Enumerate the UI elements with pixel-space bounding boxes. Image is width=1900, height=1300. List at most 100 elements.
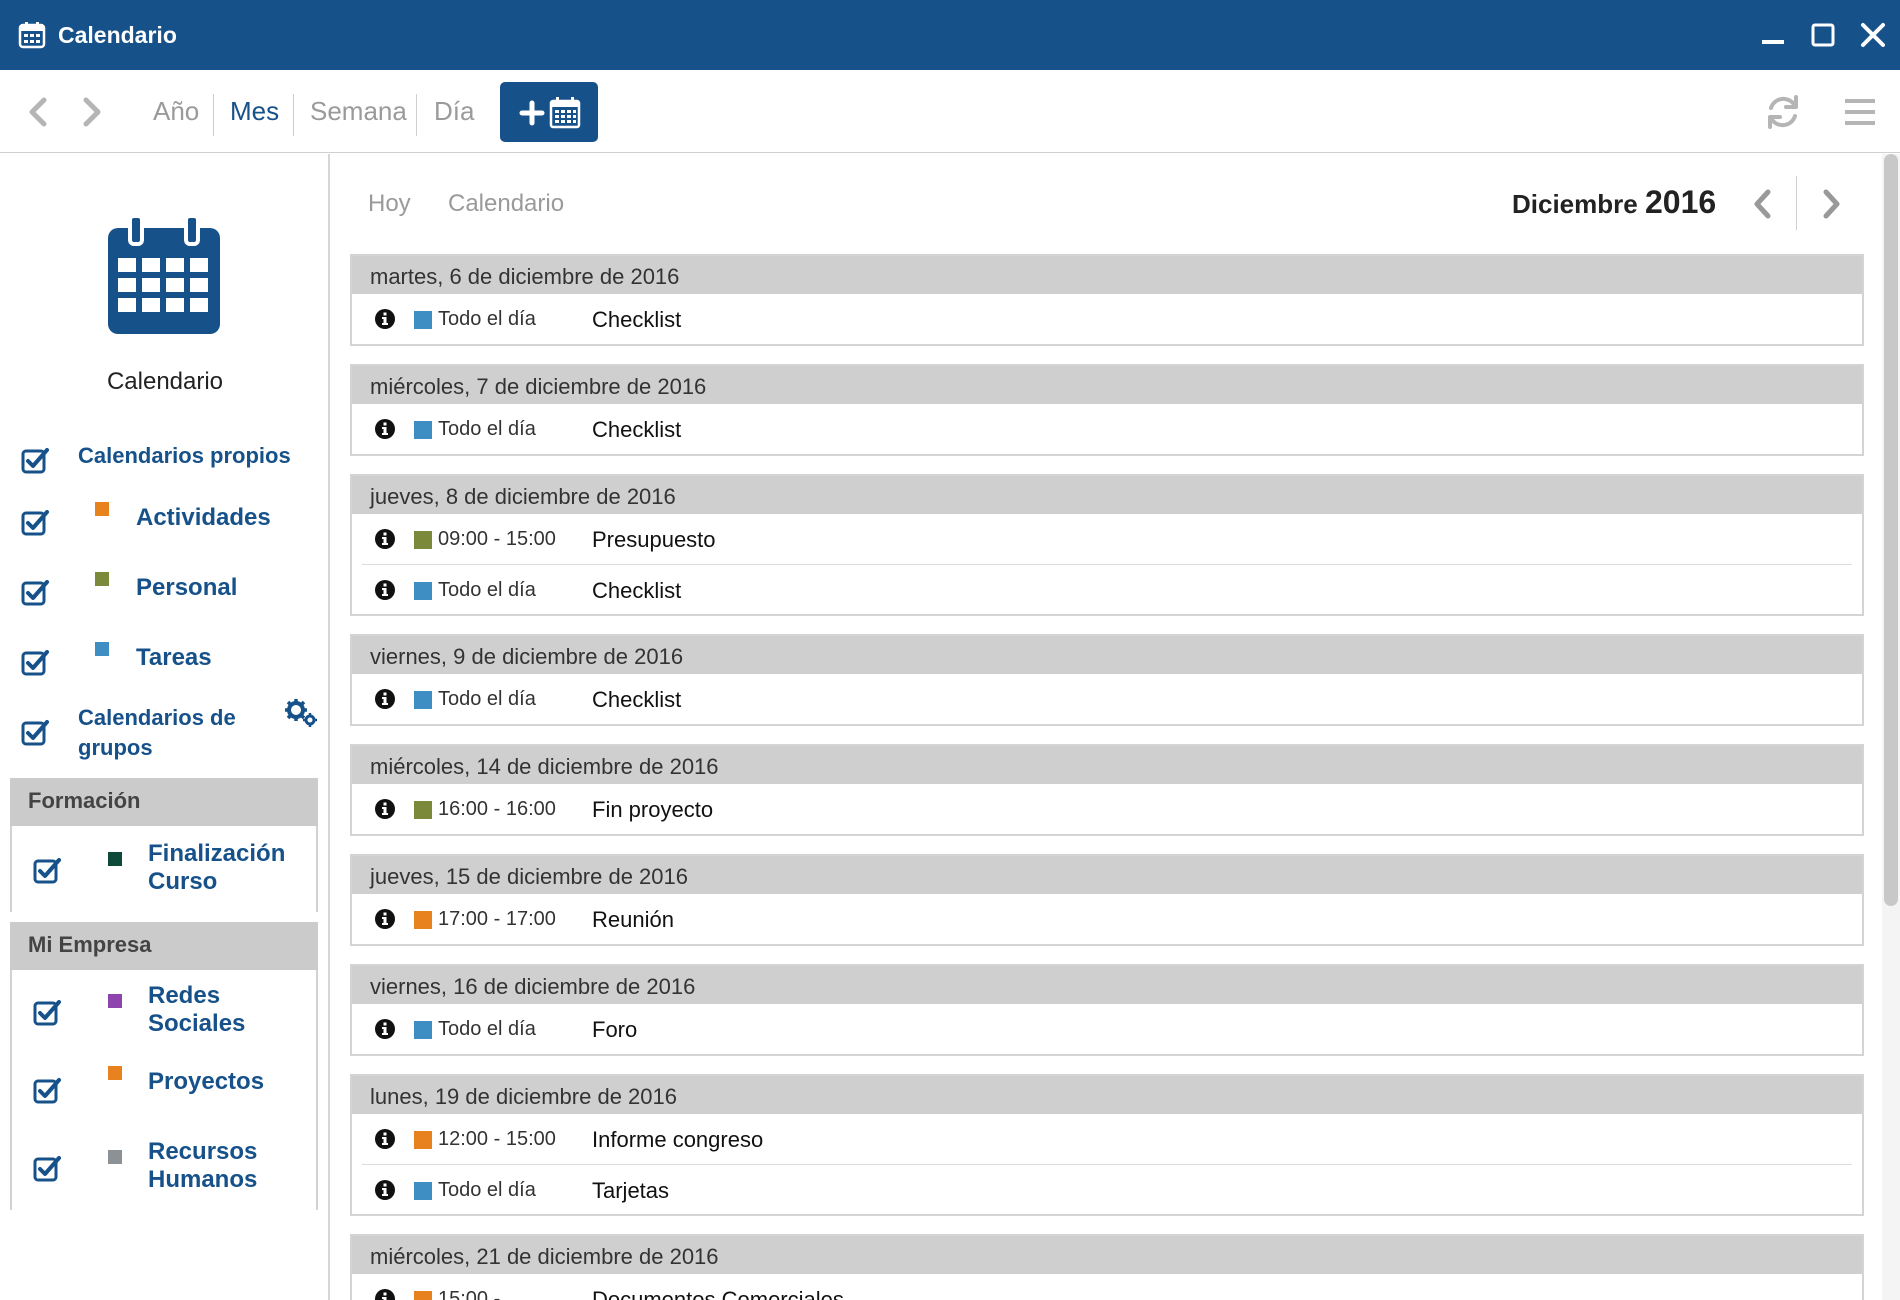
window-title: Calendario	[58, 22, 177, 48]
checkbox-checked-icon[interactable]	[32, 998, 62, 1028]
sidebar-item-actividades[interactable]: Actividades	[0, 500, 330, 544]
event-row[interactable]: 16:00 - 16:00 Fin proyecto	[352, 784, 1862, 834]
event-title: Tarjetas	[592, 1178, 670, 1203]
sidebar-item-redes-sociales[interactable]: Redes Sociales	[12, 982, 316, 1042]
scrollbar-thumb[interactable]	[1884, 154, 1898, 906]
add-calendar-icon	[519, 97, 581, 129]
sidebar-item-label: Humanos	[148, 1166, 258, 1193]
sidebar-item-finalizacion-curso[interactable]: Finalización Curso	[12, 840, 316, 900]
tab-divider	[293, 94, 294, 136]
event-row[interactable]: Todo el día Checklist	[352, 674, 1862, 724]
event-title: Checklist	[592, 307, 682, 332]
info-icon[interactable]	[374, 418, 396, 440]
color-swatch	[414, 421, 432, 439]
day-block: miércoles, 21 de diciembre de 2016 15:00…	[350, 1234, 1864, 1300]
sidebar-item-own-calendars[interactable]: Calendarios propios	[0, 440, 330, 480]
day-header: martes, 6 de diciembre de 2016	[352, 256, 1862, 294]
calendar-icon	[108, 214, 220, 334]
sidebar-item-personal[interactable]: Personal	[0, 570, 330, 614]
event-time: 15:00 - ...	[438, 1288, 523, 1300]
event-title: Checklist	[592, 578, 682, 603]
info-icon[interactable]	[374, 528, 396, 550]
add-event-button[interactable]	[500, 82, 598, 142]
event-time: Todo el día	[438, 579, 536, 601]
event-title: Checklist	[592, 417, 682, 442]
hamburger-menu-icon[interactable]	[1840, 92, 1880, 132]
checkbox-checked-icon[interactable]	[32, 1154, 62, 1184]
color-swatch	[95, 502, 109, 516]
event-row[interactable]: 17:00 - 17:00 Reunión	[352, 894, 1862, 944]
event-row[interactable]: Todo el día Checklist	[352, 404, 1862, 454]
chevron-right-icon[interactable]	[74, 94, 108, 130]
tab-week[interactable]: Semana	[310, 96, 407, 132]
color-swatch	[95, 572, 109, 586]
event-title: Fin proyecto	[592, 797, 714, 822]
month-name: Diciembre	[1512, 189, 1638, 219]
sidebar-item-recursos-humanos[interactable]: Recursos Humanos	[12, 1138, 316, 1198]
gears-icon[interactable]	[284, 698, 318, 728]
tab-year[interactable]: Año	[153, 96, 199, 132]
sidebar-item-group-calendars[interactable]: Calendarios de grupos	[0, 694, 330, 760]
event-title: Reunión	[592, 907, 674, 932]
info-icon[interactable]	[374, 579, 396, 601]
color-swatch	[414, 1131, 432, 1149]
sidebar-item-label: grupos	[78, 735, 153, 760]
sidebar: Calendario Calendarios propios Actividad…	[0, 154, 330, 1300]
color-swatch	[108, 1150, 122, 1164]
color-swatch	[108, 1066, 122, 1080]
day-block: jueves, 8 de diciembre de 2016 09:00 - 1…	[350, 474, 1864, 616]
event-row[interactable]: Todo el día Foro	[352, 1004, 1862, 1054]
info-icon[interactable]	[374, 688, 396, 710]
close-icon[interactable]	[1856, 18, 1890, 52]
info-icon[interactable]	[374, 1179, 396, 1201]
checkbox-checked-icon[interactable]	[32, 856, 62, 886]
event-title: Informe congreso	[592, 1127, 764, 1152]
minimize-icon[interactable]	[1756, 18, 1790, 52]
today-link[interactable]: Hoy	[368, 190, 411, 218]
group-formacion: Finalización Curso	[10, 826, 318, 912]
event-row[interactable]: Todo el día Checklist	[352, 294, 1862, 344]
checkbox-checked-icon[interactable]	[20, 446, 50, 476]
info-icon[interactable]	[374, 308, 396, 330]
day-block: miércoles, 7 de diciembre de 2016 Todo e…	[350, 364, 1864, 456]
group-header-mi-empresa: Mi Empresa	[10, 922, 318, 970]
tab-day[interactable]: Día	[434, 96, 474, 132]
info-icon[interactable]	[374, 1128, 396, 1150]
maximize-icon[interactable]	[1806, 18, 1840, 52]
event-title: Checklist	[592, 687, 682, 712]
color-swatch	[414, 1021, 432, 1039]
event-row[interactable]: Todo el día Tarjetas	[362, 1164, 1852, 1214]
tab-month[interactable]: Mes	[230, 96, 279, 132]
vertical-scrollbar[interactable]	[1882, 154, 1900, 1300]
refresh-icon[interactable]	[1763, 92, 1803, 132]
checkbox-checked-icon[interactable]	[20, 718, 50, 748]
chevron-left-icon[interactable]	[1748, 186, 1778, 222]
event-row[interactable]: Todo el día Checklist	[362, 564, 1852, 614]
info-icon[interactable]	[374, 1288, 396, 1300]
event-time: Todo el día	[438, 308, 536, 330]
toolbar: Año Mes Semana Día	[0, 70, 1900, 153]
chevron-right-icon[interactable]	[1816, 186, 1846, 222]
checkbox-checked-icon[interactable]	[32, 1076, 62, 1106]
sidebar-item-proyectos[interactable]: Proyectos	[12, 1062, 316, 1112]
color-swatch	[414, 311, 432, 329]
calendar-link[interactable]: Calendario	[448, 190, 564, 218]
chevron-left-icon[interactable]	[22, 94, 56, 130]
sidebar-item-label: Tareas	[136, 644, 212, 671]
day-block: viernes, 16 de diciembre de 2016 Todo el…	[350, 964, 1864, 1056]
event-row[interactable]: 12:00 - 15:00 Informe congreso	[352, 1114, 1862, 1164]
checkbox-checked-icon[interactable]	[20, 648, 50, 678]
sidebar-item-tareas[interactable]: Tareas	[0, 640, 330, 684]
event-row[interactable]: 09:00 - 15:00 Presupuesto	[352, 514, 1862, 564]
event-time: Todo el día	[438, 418, 536, 440]
info-icon[interactable]	[374, 908, 396, 930]
sidebar-calendar-label: Calendario	[106, 368, 224, 395]
tab-divider	[416, 94, 417, 136]
day-header: viernes, 9 de diciembre de 2016	[352, 636, 1862, 674]
info-icon[interactable]	[374, 798, 396, 820]
sidebar-item-label: Sociales	[148, 1010, 246, 1037]
info-icon[interactable]	[374, 1018, 396, 1040]
event-row[interactable]: 15:00 - ... Documentos Comerciales	[352, 1274, 1862, 1300]
checkbox-checked-icon[interactable]	[20, 508, 50, 538]
checkbox-checked-icon[interactable]	[20, 578, 50, 608]
